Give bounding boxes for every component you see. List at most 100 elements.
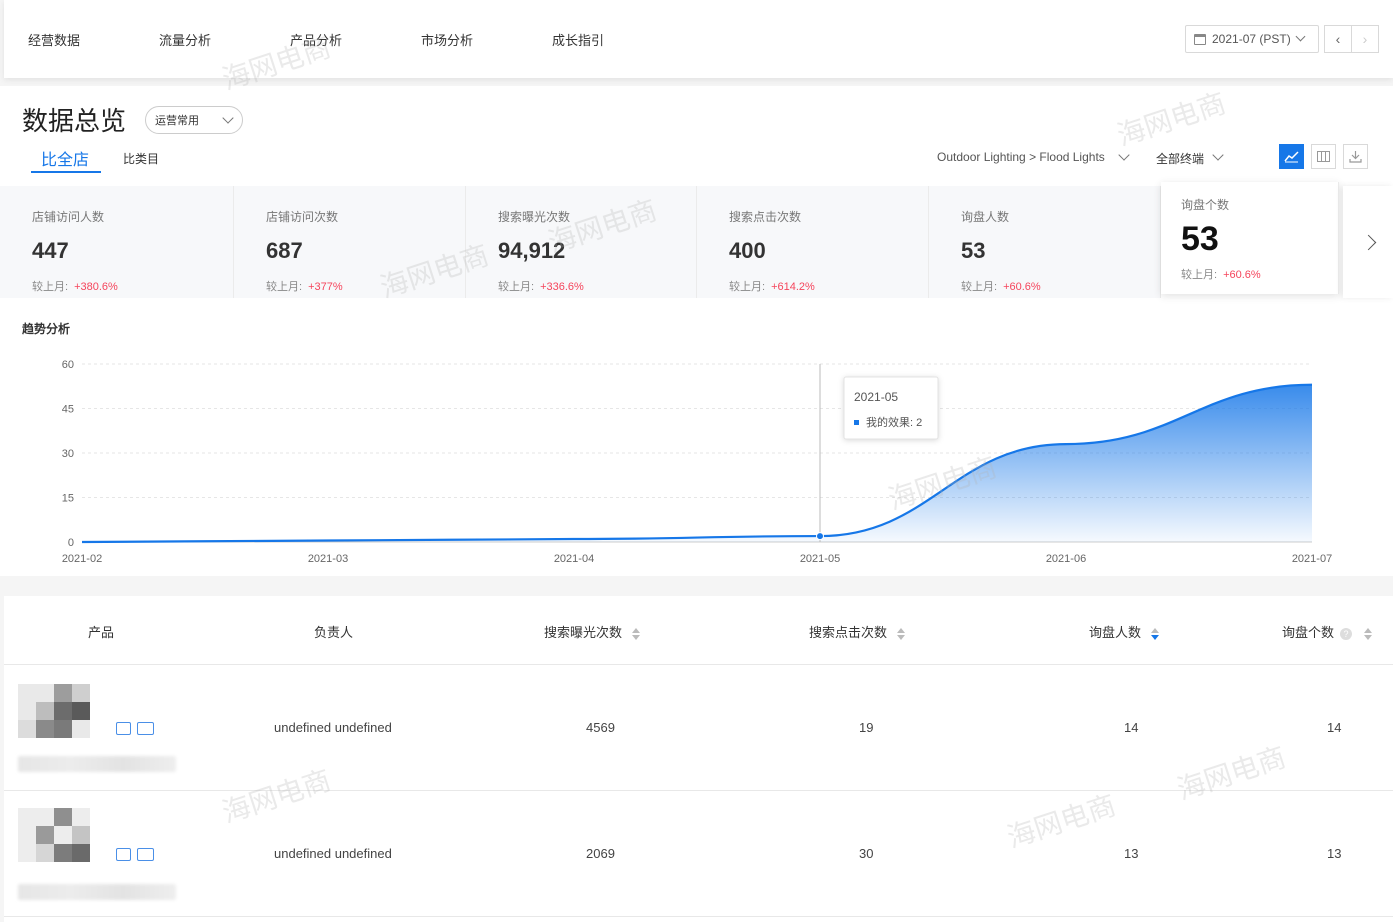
chevron-down-icon	[1212, 149, 1224, 161]
product-table: 产品 负责人 搜索曝光次数 搜索点击次数 询盘人数 询盘个数? undefine…	[4, 596, 1393, 922]
top-nav-bar: 经营数据 流量分析 产品分析 市场分析 成长指引 2021-07 (PST) ‹…	[4, 0, 1393, 78]
category-filter[interactable]: Outdoor Lighting > Flood Lights	[937, 150, 1105, 164]
col-header-product: 产品	[88, 625, 115, 640]
metric-card-store-visitors[interactable]: 店铺访问人数 447 较上月: +380.6%	[0, 186, 234, 298]
x-tick-label: 2021-03	[308, 553, 348, 565]
tooltip-date: 2021-05	[854, 390, 898, 404]
metric-compare: 较上月: +380.6%	[32, 281, 118, 293]
inquiries-cell: 13	[1327, 846, 1342, 861]
metric-change: +336.6%	[540, 281, 584, 293]
metric-label: 店铺访问次数	[266, 210, 339, 224]
inquirers-cell: 14	[1124, 720, 1139, 735]
tab-compare-category[interactable]: 比类目	[123, 150, 159, 167]
metric-card-inquirers[interactable]: 询盘人数 53 较上月: +60.6%	[929, 186, 1161, 298]
metric-compare: 较上月: +614.2%	[729, 281, 815, 293]
download-button[interactable]	[1343, 144, 1368, 169]
metric-card-search-clicks[interactable]: 搜索点击次数 400 较上月: +614.2%	[697, 186, 929, 298]
y-tick-label: 60	[62, 359, 74, 371]
hover-point	[816, 532, 824, 541]
metric-card-inquiries-selected[interactable]: 询盘个数 53 较上月: +60.6%	[1161, 182, 1339, 294]
nav-traffic-analysis[interactable]: 流量分析	[159, 30, 211, 49]
trend-section-title: 趋势分析	[22, 322, 71, 336]
chevron-down-icon	[222, 112, 234, 124]
col-header-inquirers[interactable]: 询盘人数	[1089, 622, 1160, 641]
terminal-filter-value: 全部终端	[1156, 152, 1205, 166]
sort-icon	[632, 627, 641, 640]
metric-compare: 较上月: +377%	[266, 281, 343, 293]
col-header-exposure[interactable]: 搜索曝光次数	[544, 622, 641, 641]
col-header-inquiries[interactable]: 询盘个数?	[1282, 622, 1373, 641]
metric-card-store-visits[interactable]: 店铺访问次数 687 较上月: +377%	[234, 186, 466, 298]
metric-label: 询盘人数	[961, 210, 1010, 224]
sort-icon	[897, 627, 906, 640]
y-tick-label: 30	[62, 448, 74, 460]
owner-cell: undefined undefined	[274, 846, 392, 861]
tooltip-box	[843, 376, 939, 440]
monitor-icon[interactable]	[137, 848, 154, 861]
next-month-button[interactable]: ›	[1351, 25, 1379, 53]
metrics-next-button[interactable]	[1343, 186, 1393, 298]
chevron-right-icon	[1360, 234, 1376, 250]
help-icon[interactable]: ?	[1340, 627, 1353, 640]
product-image[interactable]	[18, 684, 90, 738]
metric-compare: 较上月: +60.6%	[1181, 269, 1261, 281]
clicks-cell: 30	[859, 846, 874, 861]
nav-business-data[interactable]: 经营数据	[28, 30, 80, 49]
month-picker[interactable]: 2021-07 (PST)	[1185, 25, 1319, 53]
header-divider	[4, 664, 1393, 665]
chevron-right-icon: ›	[1362, 31, 1368, 47]
sort-icon	[1364, 627, 1373, 640]
line-chart-icon	[1284, 151, 1299, 163]
overview-panel: 数据总览 运营常用 比全店 比类目 Outdoor Lighting > Flo…	[0, 86, 1393, 576]
x-tick-label: 2021-04	[554, 553, 594, 565]
y-tick-label: 45	[62, 404, 74, 416]
store-icon[interactable]	[116, 848, 131, 861]
category-filter-value: Outdoor Lighting > Flood Lights	[937, 150, 1105, 164]
metric-change: +377%	[308, 281, 343, 293]
metric-compare: 较上月: +60.6%	[961, 281, 1041, 293]
download-icon	[1349, 151, 1362, 163]
table-view-button[interactable]	[1311, 144, 1336, 169]
chevron-down-icon	[1295, 31, 1306, 41]
product-image[interactable]	[18, 808, 90, 862]
col-header-clicks[interactable]: 搜索点击次数	[809, 622, 906, 641]
metric-label: 搜索曝光次数	[498, 210, 571, 224]
exposure-cell: 4569	[586, 720, 615, 735]
metric-card-search-exposure[interactable]: 搜索曝光次数 94,912 较上月: +336.6%	[466, 186, 697, 298]
metric-cards: 店铺访问人数 447 较上月: +380.6% 店铺访问次数 687 较上月: +3…	[0, 182, 1393, 298]
nav-growth-guide[interactable]: 成长指引	[552, 30, 604, 49]
metric-preset-select[interactable]: 运营常用	[145, 106, 243, 134]
calendar-icon	[1194, 33, 1206, 45]
metric-label: 店铺访问人数	[32, 210, 105, 224]
metric-change: +380.6%	[74, 281, 118, 293]
metric-label: 询盘个数	[1181, 198, 1230, 212]
y-tick-label: 15	[62, 493, 74, 505]
metric-value: 447	[32, 238, 69, 263]
sort-desc-icon	[1151, 627, 1160, 640]
y-tick-label: 0	[68, 537, 74, 549]
tooltip-legend-marker	[854, 420, 859, 425]
product-title-blurred	[18, 884, 176, 900]
line-chart-view-button[interactable]	[1279, 144, 1304, 169]
x-tick-label: 2021-05	[800, 553, 840, 565]
store-icon[interactable]	[116, 722, 131, 735]
metric-value: 400	[729, 238, 766, 263]
monitor-icon[interactable]	[137, 722, 154, 735]
x-tick-label: 2021-07	[1292, 553, 1332, 565]
metric-change: +614.2%	[771, 281, 815, 293]
metric-label: 搜索点击次数	[729, 210, 802, 224]
metric-value: 687	[266, 238, 303, 263]
product-title-blurred	[18, 756, 176, 772]
prev-month-button[interactable]: ‹	[1324, 25, 1352, 53]
metric-value: 53	[961, 238, 986, 263]
x-tick-label: 2021-06	[1046, 553, 1086, 565]
metric-preset-value: 运营常用	[155, 115, 199, 127]
metric-value: 53	[1181, 220, 1219, 258]
nav-product-analysis[interactable]: 产品分析	[290, 30, 342, 49]
tab-compare-store[interactable]: 比全店	[41, 146, 89, 170]
chevron-down-icon	[1118, 149, 1130, 161]
col-header-owner: 负责人	[314, 625, 354, 640]
terminal-filter[interactable]: 全部终端	[1156, 150, 1204, 167]
trend-chart: 0 15 30 45 60 2021-02 2021-03 2021-04 2021-05 202…	[62, 359, 1332, 565]
nav-market-analysis[interactable]: 市场分析	[421, 30, 473, 49]
